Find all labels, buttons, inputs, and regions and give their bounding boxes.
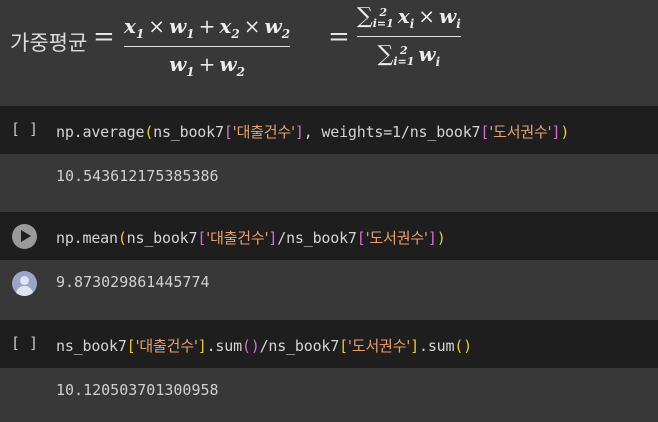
- formula-label: 가중평균: [10, 31, 88, 55]
- equals-sign-2: =: [328, 22, 350, 52]
- formula-fraction-2: ∑ 2 i=1 xi × wi ∑ 2 i=1 wi: [357, 4, 461, 69]
- output-cell-sum: 10.120503701300958: [0, 368, 658, 422]
- code-line[interactable]: np.mean(ns_book7['대출건수']/ns_book7['도서권수'…: [56, 227, 446, 248]
- output-text: 10.543612175385386: [56, 167, 219, 185]
- output-cell-mean: 9.873029861445774: [0, 260, 658, 306]
- equals-sign-1: =: [93, 22, 115, 52]
- cell-gap: [0, 200, 658, 212]
- output-avatar-icon: [12, 271, 37, 296]
- code-cell-mean[interactable]: np.mean(ns_book7['대출건수']/ns_book7['도서권수'…: [0, 212, 658, 260]
- run-cell-button[interactable]: [ ]: [11, 120, 38, 138]
- output-cell-average: 10.543612175385386: [0, 154, 658, 200]
- weighted-average-formula: 가중평균 = x1 × w1 + x2 × w2 w1 + w2 = ∑ 2 i=1 xi × wi ∑ 2…: [0, 0, 658, 106]
- code-cell-average[interactable]: [ ] np.average(ns_book7['대출건수'], weights…: [0, 106, 658, 154]
- output-text: 9.873029861445774: [56, 273, 210, 291]
- play-icon[interactable]: [12, 224, 37, 249]
- code-line[interactable]: np.average(ns_book7['대출건수'], weights=1/n…: [56, 121, 569, 142]
- code-cell-sum[interactable]: [ ] ns_book7['대출건수'].sum()/ns_book7['도서권…: [0, 320, 658, 368]
- output-text: 10.120503701300958: [56, 381, 219, 399]
- run-cell-button[interactable]: [ ]: [11, 334, 38, 352]
- code-line[interactable]: ns_book7['대출건수'].sum()/ns_book7['도서권수'].…: [56, 335, 472, 356]
- cell-gap: [0, 306, 658, 320]
- formula-fraction-1: x1 × w1 + x2 × w2 w1 + w2: [124, 14, 291, 79]
